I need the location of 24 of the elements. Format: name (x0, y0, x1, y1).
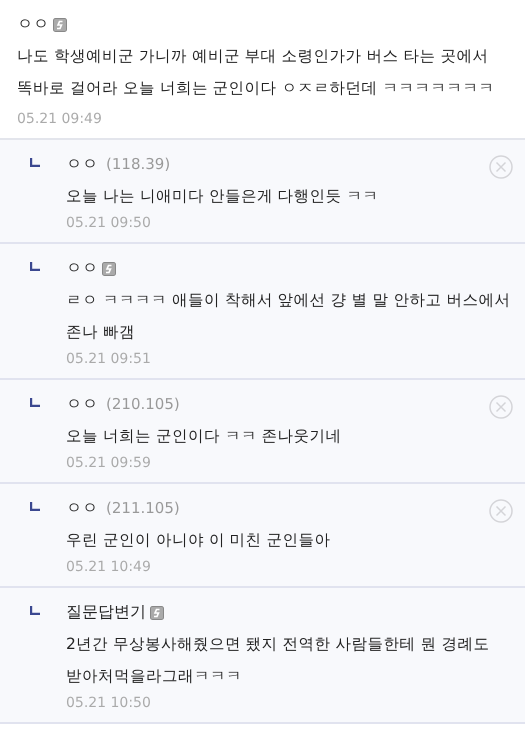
reply-text: ㄹㅇ ㅋㅋㅋㅋ 애들이 착해서 앞에선 걍 별 말 안하고 버스에서 존나 빠갬 (66, 290, 512, 343)
nickname: ㅇㅇ (66, 497, 98, 519)
comment-text: 나도 학생예비군 가니까 예비군 부대 소령인가가 버스 타는 곳에서 똑바로 걸어라 오늘 너희는 군인이다 ㅇㅈㄹ하던데 ㅋㅋㅋㅋㅋㅋㅋ (17, 46, 496, 99)
timestamp: 05.21 10:50 (66, 694, 152, 713)
reply-text: 우린 군인이 아니야 이 미친 군인들아 (66, 530, 332, 551)
timestamp: 05.21 10:49 (66, 558, 152, 577)
delete-icon[interactable] (489, 155, 513, 179)
timestamp: 05.21 09:59 (66, 454, 152, 473)
nickname: ㅇㅇ (66, 257, 98, 279)
ip-address: (118.39) (106, 154, 170, 175)
ip-address: (211.105) (106, 498, 180, 519)
nickname: 질문답변기 (66, 601, 146, 623)
timestamp: 05.21 09:51 (66, 350, 152, 369)
timestamp: 05.21 09:50 (66, 214, 152, 233)
timestamp: 05.21 09:49 (17, 110, 103, 129)
ip-address: (210.105) (106, 394, 180, 415)
nickname: ㅇㅇ (66, 153, 98, 175)
nickname: ㅇㅇ (17, 13, 49, 35)
reply-text: 2년간 무상봉사해줬으면 됐지 전역한 사람들한테 뭔 경례도 받아처먹을라그래ㅋㅋㅋ (66, 634, 490, 687)
reply-text: 오늘 너희는 군인이다 ㅋㅋ 존나웃기네 (66, 426, 343, 447)
reply-text: 오늘 나는 니애미다 안들은게 다행인듯 ㅋㅋ (66, 186, 380, 207)
delete-icon[interactable] (489, 395, 513, 419)
nickname: ㅇㅇ (66, 393, 98, 415)
delete-icon[interactable] (489, 499, 513, 523)
